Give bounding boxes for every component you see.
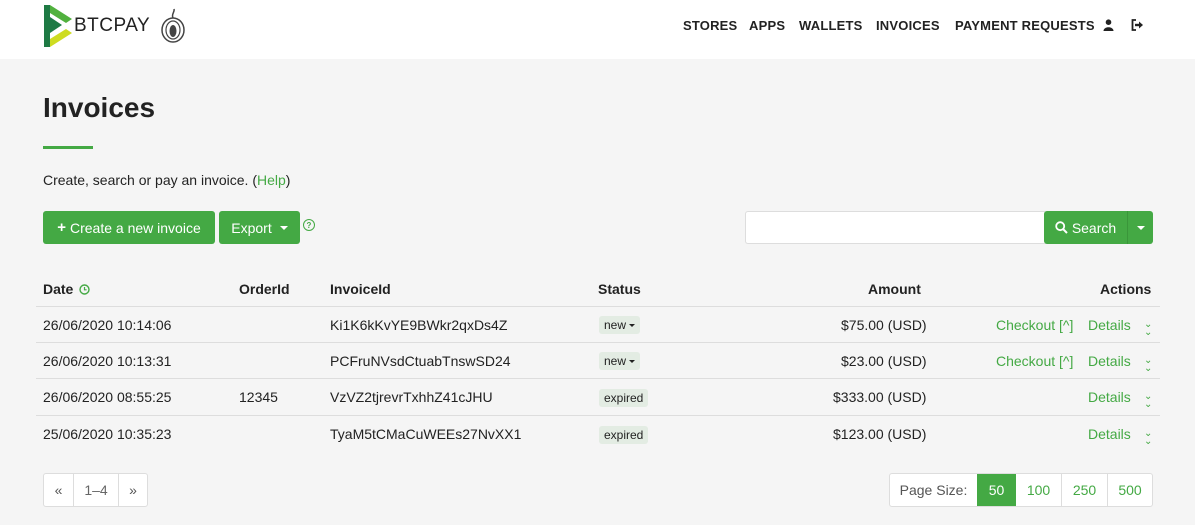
- column-header-status: Status: [598, 281, 641, 297]
- row-divider: [36, 342, 1160, 343]
- double-chevron-down-icon[interactable]: ⌄ ⌄: [1144, 356, 1152, 374]
- nav-apps[interactable]: APPS: [749, 18, 785, 33]
- row-amount: $123.00 (USD): [833, 426, 927, 442]
- sign-out-icon[interactable]: [1131, 19, 1144, 31]
- page-size-option-250[interactable]: 250: [1061, 474, 1107, 506]
- row-date: 25/06/2020 10:35:23: [43, 426, 172, 442]
- search-button[interactable]: Search: [1044, 211, 1127, 244]
- brand-name[interactable]: BTCPAY: [74, 15, 150, 37]
- chevron-down-icon: [629, 359, 636, 363]
- double-chevron-down-icon[interactable]: ⌄ ⌄: [1144, 320, 1152, 338]
- column-header-date[interactable]: Date: [43, 281, 90, 297]
- page-size-label: Page Size:: [899, 482, 968, 498]
- page-intro: Create, search or pay an invoice. (Help): [43, 172, 290, 188]
- double-chevron-down-icon[interactable]: ⌄ ⌄: [1144, 429, 1152, 447]
- chevron-down-icon: [279, 225, 288, 230]
- user-icon[interactable]: [1103, 19, 1114, 31]
- details-link[interactable]: Details: [1088, 353, 1131, 369]
- pagination-next[interactable]: »: [118, 474, 147, 506]
- status-badge: expired: [599, 389, 649, 407]
- row-invoice-id: VzVZ2tjrevrTxhhZ41cJHU: [330, 389, 493, 405]
- details-link[interactable]: Details: [1088, 426, 1131, 442]
- pagination-range: 1–4: [73, 474, 118, 506]
- pagination-prev[interactable]: «: [44, 474, 73, 506]
- question-circle-icon[interactable]: ?: [303, 219, 315, 231]
- status-label: new: [604, 318, 627, 332]
- plus-icon: +: [57, 219, 66, 236]
- title-underline: [43, 146, 93, 149]
- chevron-down-icon: [1136, 225, 1145, 230]
- row-amount: $23.00 (USD): [841, 353, 927, 369]
- search-icon: [1055, 221, 1068, 234]
- search-input[interactable]: [745, 211, 1045, 244]
- intro-suffix: ): [285, 172, 291, 188]
- status-badge[interactable]: new: [599, 316, 641, 334]
- row-invoice-id: TyaM5tCMaCuWEEs27NvXX1: [330, 426, 522, 442]
- btcpay-logo-icon[interactable]: [42, 3, 76, 49]
- row-invoice-id: Ki1K6kKvYE9BWkr2qxDs4Z: [330, 317, 508, 333]
- chevron-down-icon: [629, 323, 636, 327]
- row-order-id: 12345: [239, 389, 278, 405]
- nav-stores[interactable]: STORES: [683, 18, 737, 33]
- create-invoice-button[interactable]: + Create a new invoice: [43, 211, 215, 244]
- nav-payment-requests[interactable]: PAYMENT REQUESTS: [955, 18, 1095, 33]
- row-invoice-id: PCFruNVsdCtuabTnswSD24: [330, 353, 511, 369]
- checkout-link[interactable]: Checkout [^]: [996, 353, 1073, 369]
- page-title: Invoices: [43, 92, 156, 123]
- double-chevron-down-icon[interactable]: ⌄ ⌄: [1144, 392, 1152, 410]
- row-divider: [36, 415, 1160, 416]
- search-options-toggle[interactable]: [1127, 211, 1153, 244]
- status-badge: expired: [599, 426, 649, 444]
- details-link[interactable]: Details: [1088, 317, 1131, 333]
- search-label: Search: [1071, 219, 1117, 236]
- intro-text: Create, search or pay an invoice. (: [43, 172, 257, 188]
- top-navbar: BTCPAY STORES APPS WALLETS INVOICES PAYM…: [0, 0, 1195, 59]
- status-label: expired: [604, 428, 644, 442]
- row-date: 26/06/2020 10:13:31: [43, 353, 172, 369]
- page-size-selector: Page Size: 50 100 250 500: [889, 473, 1153, 507]
- status-badge[interactable]: new: [599, 352, 641, 370]
- date-header-label: Date: [43, 281, 74, 297]
- row-date: 26/06/2020 10:14:06: [43, 317, 172, 333]
- row-amount: $75.00 (USD): [841, 317, 927, 333]
- help-link[interactable]: Help: [257, 172, 286, 188]
- status-label: expired: [604, 391, 644, 405]
- table-divider: [36, 306, 1160, 307]
- pagination: « 1–4 »: [43, 473, 148, 507]
- column-header-invoice-id: InvoiceId: [330, 281, 391, 297]
- status-label: new: [604, 354, 627, 368]
- row-amount: $333.00 (USD): [833, 389, 927, 405]
- tor-onion-icon: [161, 8, 185, 43]
- column-header-order-id: OrderId: [239, 281, 290, 297]
- row-divider: [36, 378, 1160, 379]
- column-header-amount: Amount: [868, 281, 921, 297]
- export-label: Export: [231, 219, 272, 236]
- row-date: 26/06/2020 08:55:25: [43, 389, 172, 405]
- details-link[interactable]: Details: [1088, 389, 1131, 405]
- nav-invoices[interactable]: INVOICES: [876, 18, 940, 33]
- column-header-actions: Actions: [1100, 281, 1152, 297]
- clock-icon[interactable]: [79, 284, 90, 295]
- checkout-link[interactable]: Checkout [^]: [996, 317, 1073, 333]
- page-size-option-50[interactable]: 50: [977, 474, 1016, 506]
- page-size-option-100[interactable]: 100: [1016, 474, 1061, 506]
- page-size-option-500[interactable]: 500: [1107, 474, 1152, 506]
- create-invoice-label: Create a new invoice: [70, 219, 201, 236]
- export-button[interactable]: Export: [219, 211, 300, 244]
- nav-wallets[interactable]: WALLETS: [799, 18, 863, 33]
